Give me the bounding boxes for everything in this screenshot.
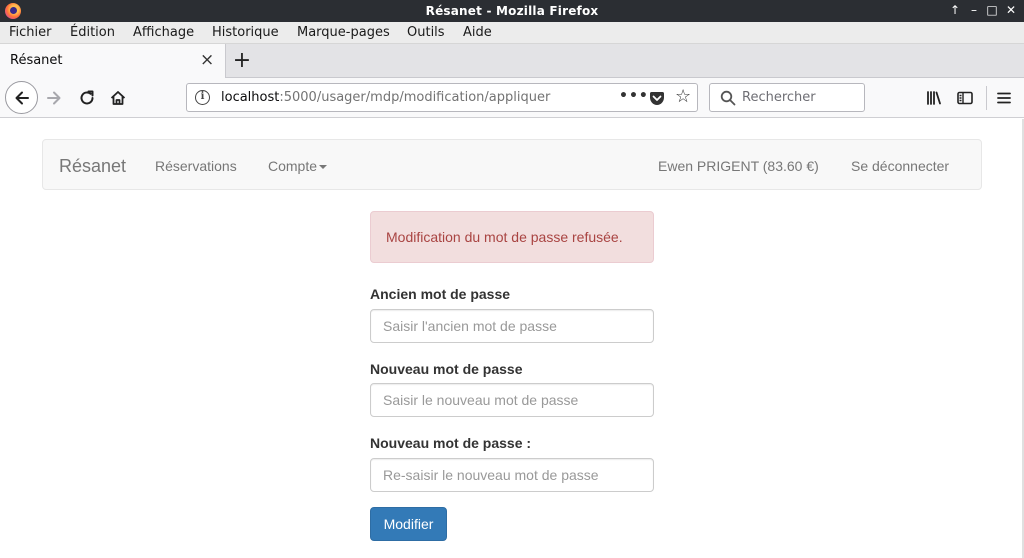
new-password-input[interactable] [370, 383, 654, 417]
old-password-input[interactable] [370, 309, 654, 343]
submit-button[interactable]: Modifier [370, 507, 447, 541]
nav-link-reservations[interactable]: Réservations [155, 158, 237, 174]
home-button[interactable] [108, 88, 128, 108]
search-placeholder: Rechercher [742, 90, 816, 105]
toolbar-separator [986, 86, 987, 110]
reload-icon [80, 90, 94, 105]
back-button[interactable] [5, 81, 38, 114]
window-keep-above-icon[interactable]: ↑ [948, 3, 962, 17]
caret-down-icon [319, 165, 328, 170]
url-bar[interactable]: i localhost:5000/usager/mdp/modification… [186, 83, 698, 112]
menubar: Fichier Édition Affichage Historique Mar… [0, 22, 1024, 44]
confirm-password-input[interactable] [370, 458, 654, 492]
nav-toolbar: i localhost:5000/usager/mdp/modification… [0, 78, 1024, 118]
window-close-icon[interactable]: ✕ [1004, 3, 1018, 17]
page-content: Résanet Réservations Compte Ewen PRIGENT… [0, 119, 1024, 558]
site-navbar: Résanet Réservations Compte Ewen PRIGENT… [42, 139, 982, 190]
hamburger-menu-icon [997, 92, 1011, 104]
nav-dropdown-compte[interactable]: Compte [268, 158, 328, 174]
nav-link-logout[interactable]: Se déconnecter [851, 158, 949, 174]
window-maximize-icon[interactable]: □ [985, 3, 999, 17]
tab-label: Résanet [10, 53, 63, 68]
pocket-icon[interactable] [649, 91, 665, 110]
menu-marque-pages[interactable]: Marque-pages [297, 25, 390, 40]
menu-aide[interactable]: Aide [463, 25, 492, 40]
window-titlebar: Résanet - Mozilla Firefox ↑ – □ ✕ [0, 0, 1024, 22]
menu-outils[interactable]: Outils [407, 25, 445, 40]
search-icon [720, 90, 736, 106]
site-info-icon[interactable]: i [195, 90, 210, 105]
error-alert: Modification du mot de passe refusée. [370, 211, 654, 263]
search-bar[interactable]: Rechercher [709, 83, 865, 112]
forward-arrow-icon [47, 91, 61, 105]
new-tab-button[interactable]: + [232, 48, 252, 73]
site-brand-link[interactable]: Résanet [59, 156, 126, 177]
url-text[interactable]: localhost:5000/usager/mdp/modification/a… [221, 90, 550, 105]
window-minimize-icon[interactable]: – [967, 3, 981, 17]
sidebar-icon [957, 91, 973, 105]
menu-fichier[interactable]: Fichier [9, 25, 52, 40]
sidebar-toggle-button[interactable] [955, 88, 975, 108]
tab-strip: Résanet × + [0, 44, 1024, 79]
old-password-label: Ancien mot de passe [370, 286, 511, 302]
tab-resanet[interactable]: Résanet × [0, 44, 226, 79]
menu-button[interactable] [994, 88, 1014, 108]
menu-edition[interactable]: Édition [70, 25, 115, 40]
menu-historique[interactable]: Historique [212, 25, 279, 40]
nav-user-balance[interactable]: Ewen PRIGENT (83.60 €) [658, 158, 819, 174]
menu-affichage[interactable]: Affichage [133, 25, 194, 40]
library-icon [927, 91, 941, 105]
new-password-label: Nouveau mot de passe [370, 361, 523, 377]
home-icon [110, 91, 126, 105]
library-button[interactable] [924, 88, 944, 108]
page-actions-icon[interactable]: ••• [619, 88, 649, 104]
window-title: Résanet - Mozilla Firefox [425, 4, 599, 18]
tab-close-icon[interactable]: × [200, 50, 214, 70]
back-arrow-icon [15, 91, 29, 104]
reload-button[interactable] [77, 88, 97, 108]
bookmark-star-icon[interactable]: ☆ [675, 86, 691, 107]
confirm-password-label: Nouveau mot de passe : [370, 435, 532, 451]
forward-button[interactable] [44, 88, 64, 108]
